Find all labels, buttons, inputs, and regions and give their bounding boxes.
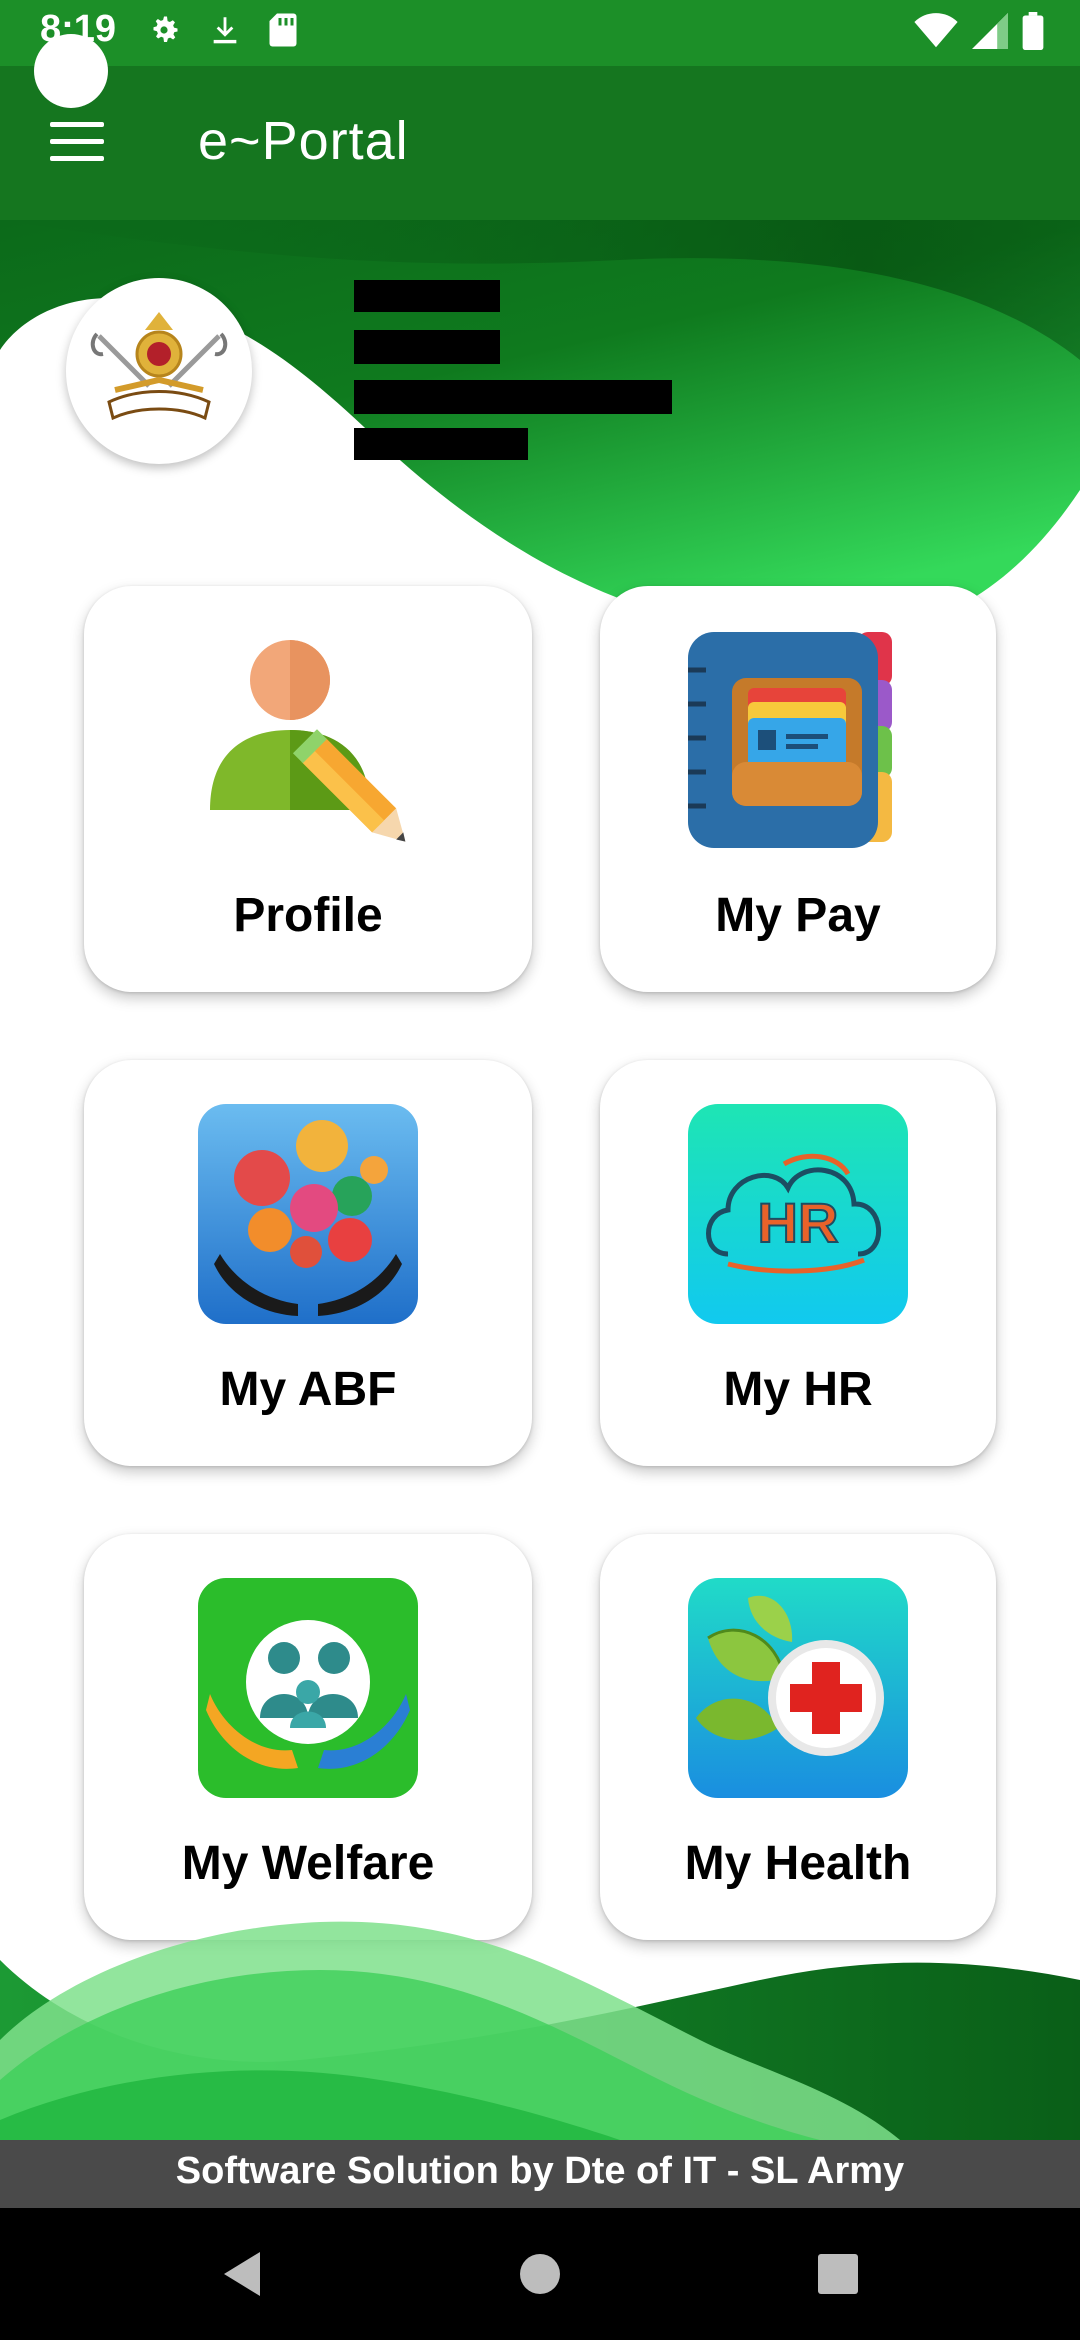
home-icon[interactable] <box>510 2244 570 2304</box>
recents-icon[interactable] <box>808 2244 868 2304</box>
redacted-user-unit <box>354 380 672 414</box>
footer-text: Software Solution by Dte of IT - SL Army <box>175 2150 905 2192</box>
tile-my-health[interactable]: My Health <box>600 1534 996 1940</box>
back-icon[interactable] <box>212 2244 272 2304</box>
tile-my-welfare-label: My Welfare <box>181 1837 435 1890</box>
tile-my-hr-label: My HR <box>723 1363 873 1416</box>
gear-icon <box>153 16 178 42</box>
profile-edit-icon <box>210 640 406 842</box>
pay-book-icon <box>688 632 892 848</box>
camera-cutout <box>34 34 108 108</box>
screen: 8:19 e~Portal Profile My Pay My ABF HR M… <box>0 0 1080 2340</box>
tile-my-hr[interactable]: HR My HR <box>600 1060 996 1466</box>
army-emblem <box>66 278 252 464</box>
tile-profile-label: Profile <box>233 889 383 942</box>
redacted-user-name <box>354 280 500 312</box>
app-title: e~Portal <box>198 111 409 171</box>
health-cross-icon <box>688 1578 908 1798</box>
tile-my-pay-label: My Pay <box>715 889 881 942</box>
footer-wave <box>0 1921 1080 2140</box>
redacted-user-number <box>354 428 528 460</box>
abf-hands-icon <box>198 1104 418 1324</box>
battery-icon <box>1022 12 1044 50</box>
svg-text:HR: HR <box>758 1191 839 1254</box>
menu-icon[interactable] <box>50 122 104 162</box>
download-icon <box>213 17 237 44</box>
tile-my-health-label: My Health <box>684 1837 912 1890</box>
footer-bar: Software Solution by Dte of IT - SL Army <box>0 2140 1080 2208</box>
tile-my-abf[interactable]: My ABF <box>84 1060 532 1466</box>
welfare-family-icon <box>198 1578 418 1798</box>
status-bar: 8:19 <box>0 0 1080 66</box>
wifi-icon <box>914 13 958 48</box>
tile-my-abf-label: My ABF <box>219 1363 397 1416</box>
app-bar: e~Portal <box>0 66 1080 220</box>
sd-card-icon <box>269 13 297 47</box>
redacted-user-rank <box>354 330 500 364</box>
status-icons-left <box>146 12 298 48</box>
tile-profile[interactable]: Profile <box>84 586 532 992</box>
signal-icon <box>972 13 1008 49</box>
hr-cloud-icon: HR <box>688 1104 908 1324</box>
tile-my-welfare[interactable]: My Welfare <box>84 1534 532 1940</box>
tile-my-pay[interactable]: My Pay <box>600 586 996 992</box>
army-emblem-icon <box>90 312 228 421</box>
navigation-bar <box>0 2208 1080 2340</box>
status-icons-right <box>914 12 1044 50</box>
